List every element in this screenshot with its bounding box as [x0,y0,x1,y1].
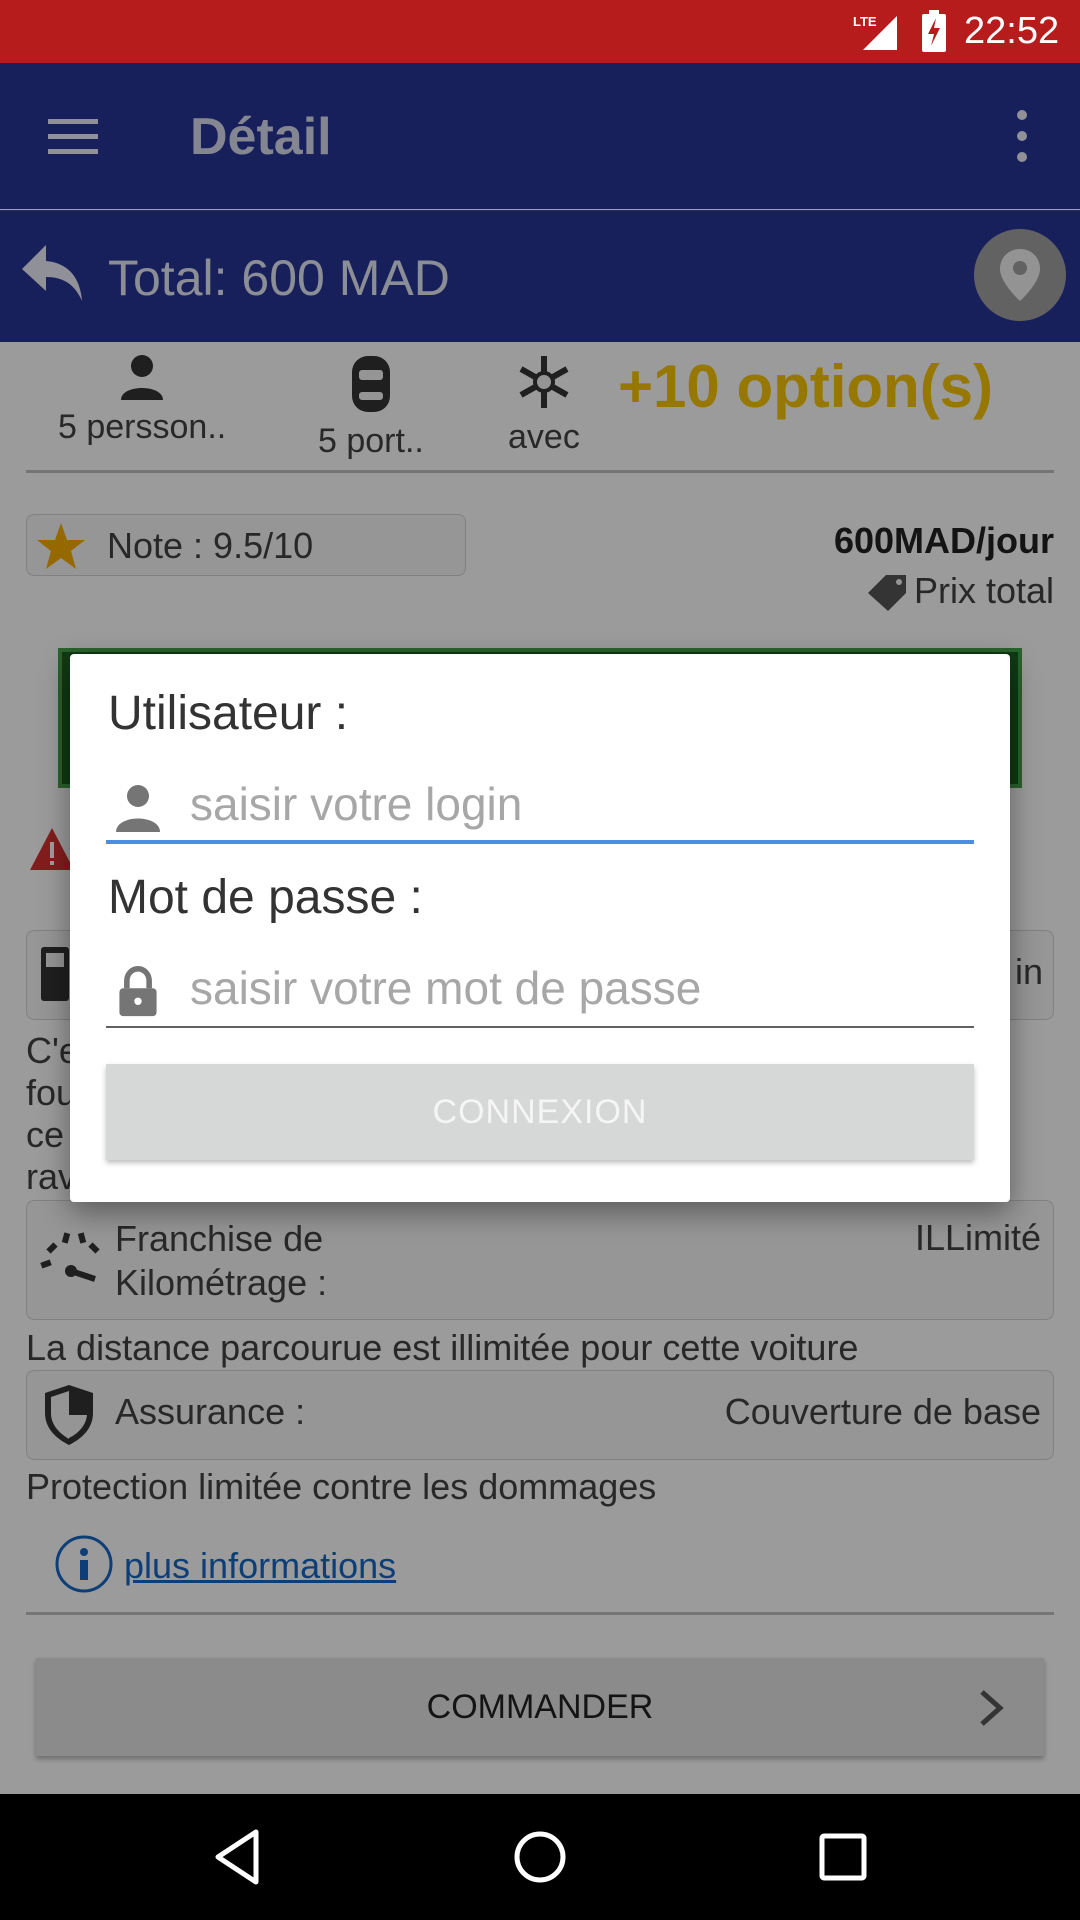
clock: 22:52 [964,10,1060,52]
login-field[interactable] [106,770,974,844]
password-underline [106,1026,974,1028]
nav-back-icon[interactable] [206,1824,272,1890]
login-input[interactable] [190,774,960,834]
status-bar: LTE 22:52 [0,0,1080,63]
password-label: Mot de passe : [108,871,423,924]
user-label: Utilisateur : [108,687,349,740]
nav-recents-icon[interactable] [810,1824,876,1890]
navigation-bar [0,1794,1080,1920]
person-icon [116,785,160,832]
password-input[interactable] [190,958,960,1018]
login-underline [106,840,974,844]
login-dialog: Utilisateur : Mot de passe : CONNEXION [70,654,1010,1202]
battery-charging-icon [922,10,946,52]
lock-icon [119,966,157,1017]
password-field[interactable] [106,954,974,1028]
lte-signal-icon: LTE [853,14,897,50]
svg-text:LTE: LTE [853,14,877,29]
connect-button[interactable]: CONNEXION [106,1064,974,1160]
nav-home-icon[interactable] [507,1824,573,1890]
